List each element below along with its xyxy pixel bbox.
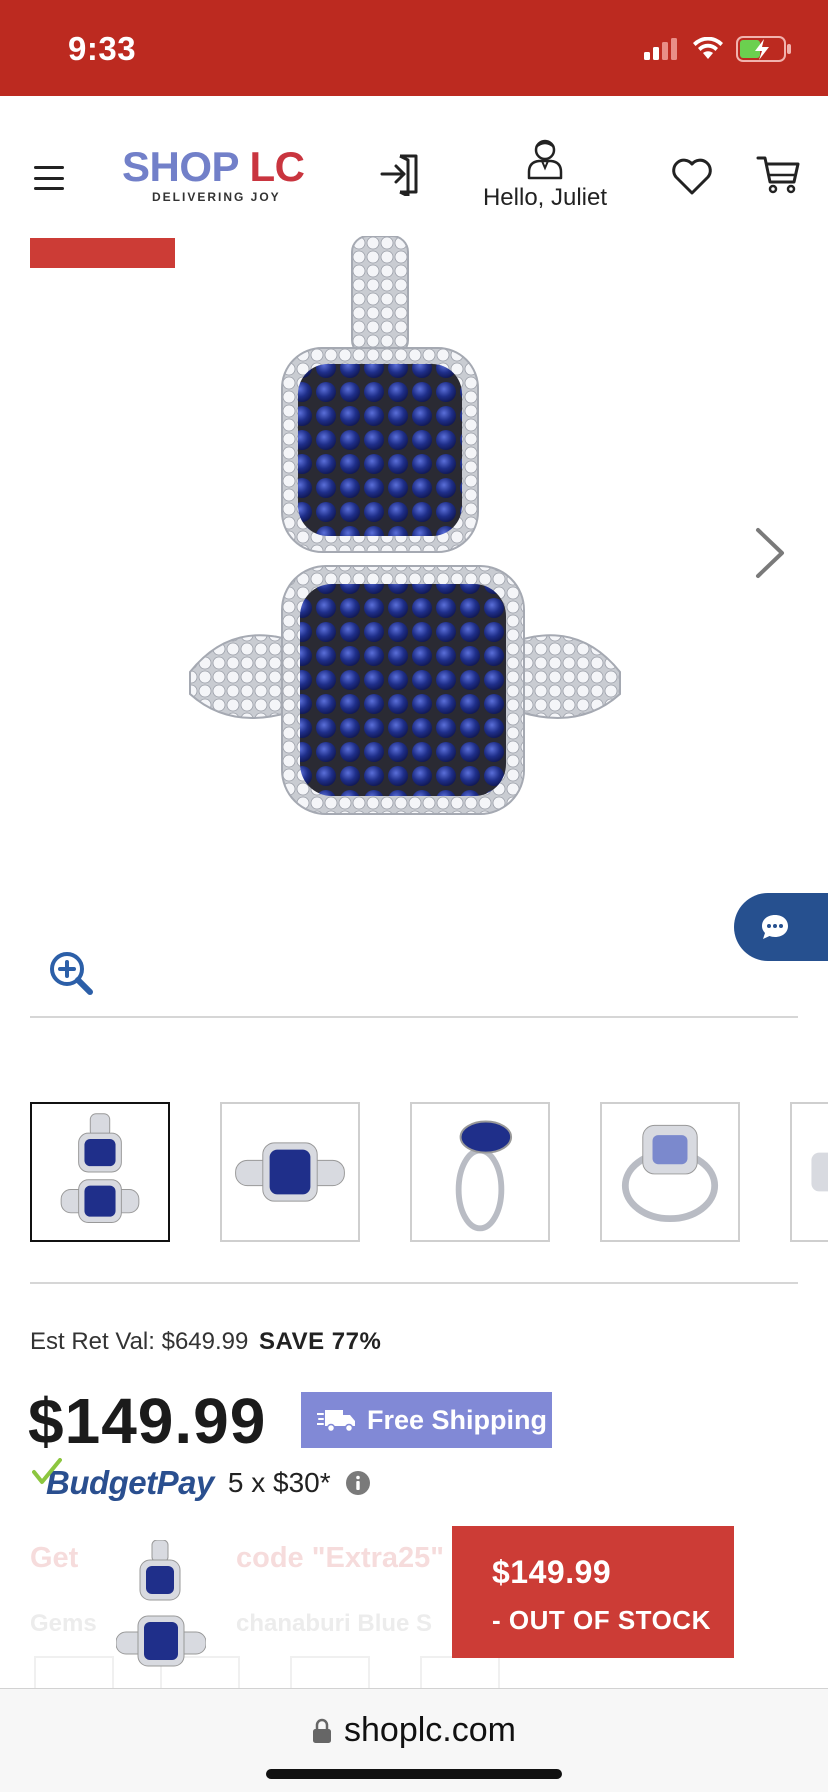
sticky-price: $149.99 — [492, 1554, 612, 1590]
estimated-retail-value: Est Ret Val: $649.99 SAVE 77% — [30, 1328, 381, 1356]
free-shipping-label: Free Shipping — [367, 1404, 548, 1435]
user-icon — [527, 139, 563, 180]
delivery-truck-icon — [317, 1410, 355, 1433]
checkmark-icon — [32, 1458, 62, 1484]
signal-icon — [644, 38, 677, 60]
zoom-in-icon[interactable] — [48, 950, 94, 996]
logo-wordmark: SHOP LC — [122, 143, 305, 190]
est-ret-label: Est Ret Val: $649.99 — [30, 1328, 249, 1355]
browser-address-bar: shoplc.com — [0, 1688, 828, 1792]
option-box — [290, 1656, 370, 1688]
option-box — [34, 1656, 114, 1688]
gem-info-text: Gems chanaburi Blue S — [30, 1610, 433, 1637]
logo-shop-text: SHOP — [122, 143, 239, 190]
chat-bubble-icon — [762, 915, 788, 939]
battery-charging-icon — [736, 36, 791, 62]
product-price: $149.99 — [28, 1385, 267, 1457]
thumbnail-ring-side[interactable] — [410, 1102, 550, 1242]
chevron-right-icon[interactable] — [752, 526, 786, 580]
divider — [30, 1282, 798, 1284]
site-header: SHOP LC DELIVERING JOY Hello, Juliet — [0, 96, 828, 236]
chat-button[interactable] — [734, 893, 828, 961]
stock-status: - OUT OF STOCK — [492, 1605, 711, 1635]
account-greeting: Hello, Juliet — [482, 184, 608, 211]
divider — [30, 1016, 798, 1018]
sale-badge-bar — [30, 238, 175, 268]
option-box — [420, 1656, 500, 1688]
wifi-icon — [693, 37, 723, 59]
thumbnail-set[interactable] — [30, 1102, 170, 1242]
url-field[interactable]: shoplc.com — [0, 1711, 828, 1750]
free-shipping-badge[interactable]: Free Shipping — [301, 1392, 552, 1448]
budgetpay-row: BudgetPay 5 x $30* — [32, 1458, 371, 1508]
cart-icon[interactable] — [756, 154, 800, 194]
logo-lc-text: LC — [249, 143, 305, 190]
budgetpay-logo: BudgetPay — [32, 1458, 214, 1502]
promo-text: Get code "Extra25" — [30, 1542, 445, 1574]
out-of-stock-button[interactable]: $149.99 - OUT OF STOCK — [452, 1526, 734, 1658]
save-percent: SAVE 77% — [259, 1328, 382, 1355]
url-text: shoplc.com — [344, 1711, 516, 1749]
status-time: 9:33 — [68, 30, 137, 67]
hamburger-menu-icon[interactable] — [34, 166, 64, 190]
thumbnail-strip — [30, 1102, 828, 1242]
home-indicator[interactable] — [266, 1769, 562, 1779]
thumbnail-ring-back[interactable] — [600, 1102, 740, 1242]
heart-icon[interactable] — [670, 156, 714, 196]
shoplc-logo[interactable]: SHOP LC DELIVERING JOY — [120, 146, 305, 206]
logo-tagline: DELIVERING JOY — [152, 190, 281, 204]
info-icon[interactable] — [345, 1470, 371, 1496]
sign-in-icon[interactable] — [378, 152, 422, 196]
status-bar: 9:33 — [0, 0, 828, 96]
thumbnail-ring-front[interactable] — [220, 1102, 360, 1242]
sticky-product-thumbnail[interactable] — [116, 1540, 206, 1674]
thumbnail-more[interactable] — [790, 1102, 828, 1242]
status-icons — [644, 34, 792, 64]
budgetpay-installments: 5 x $30* — [227, 1467, 331, 1498]
account-button[interactable]: Hello, Juliet — [470, 138, 620, 212]
product-image[interactable] — [170, 236, 640, 896]
lock-icon — [313, 1718, 332, 1743]
